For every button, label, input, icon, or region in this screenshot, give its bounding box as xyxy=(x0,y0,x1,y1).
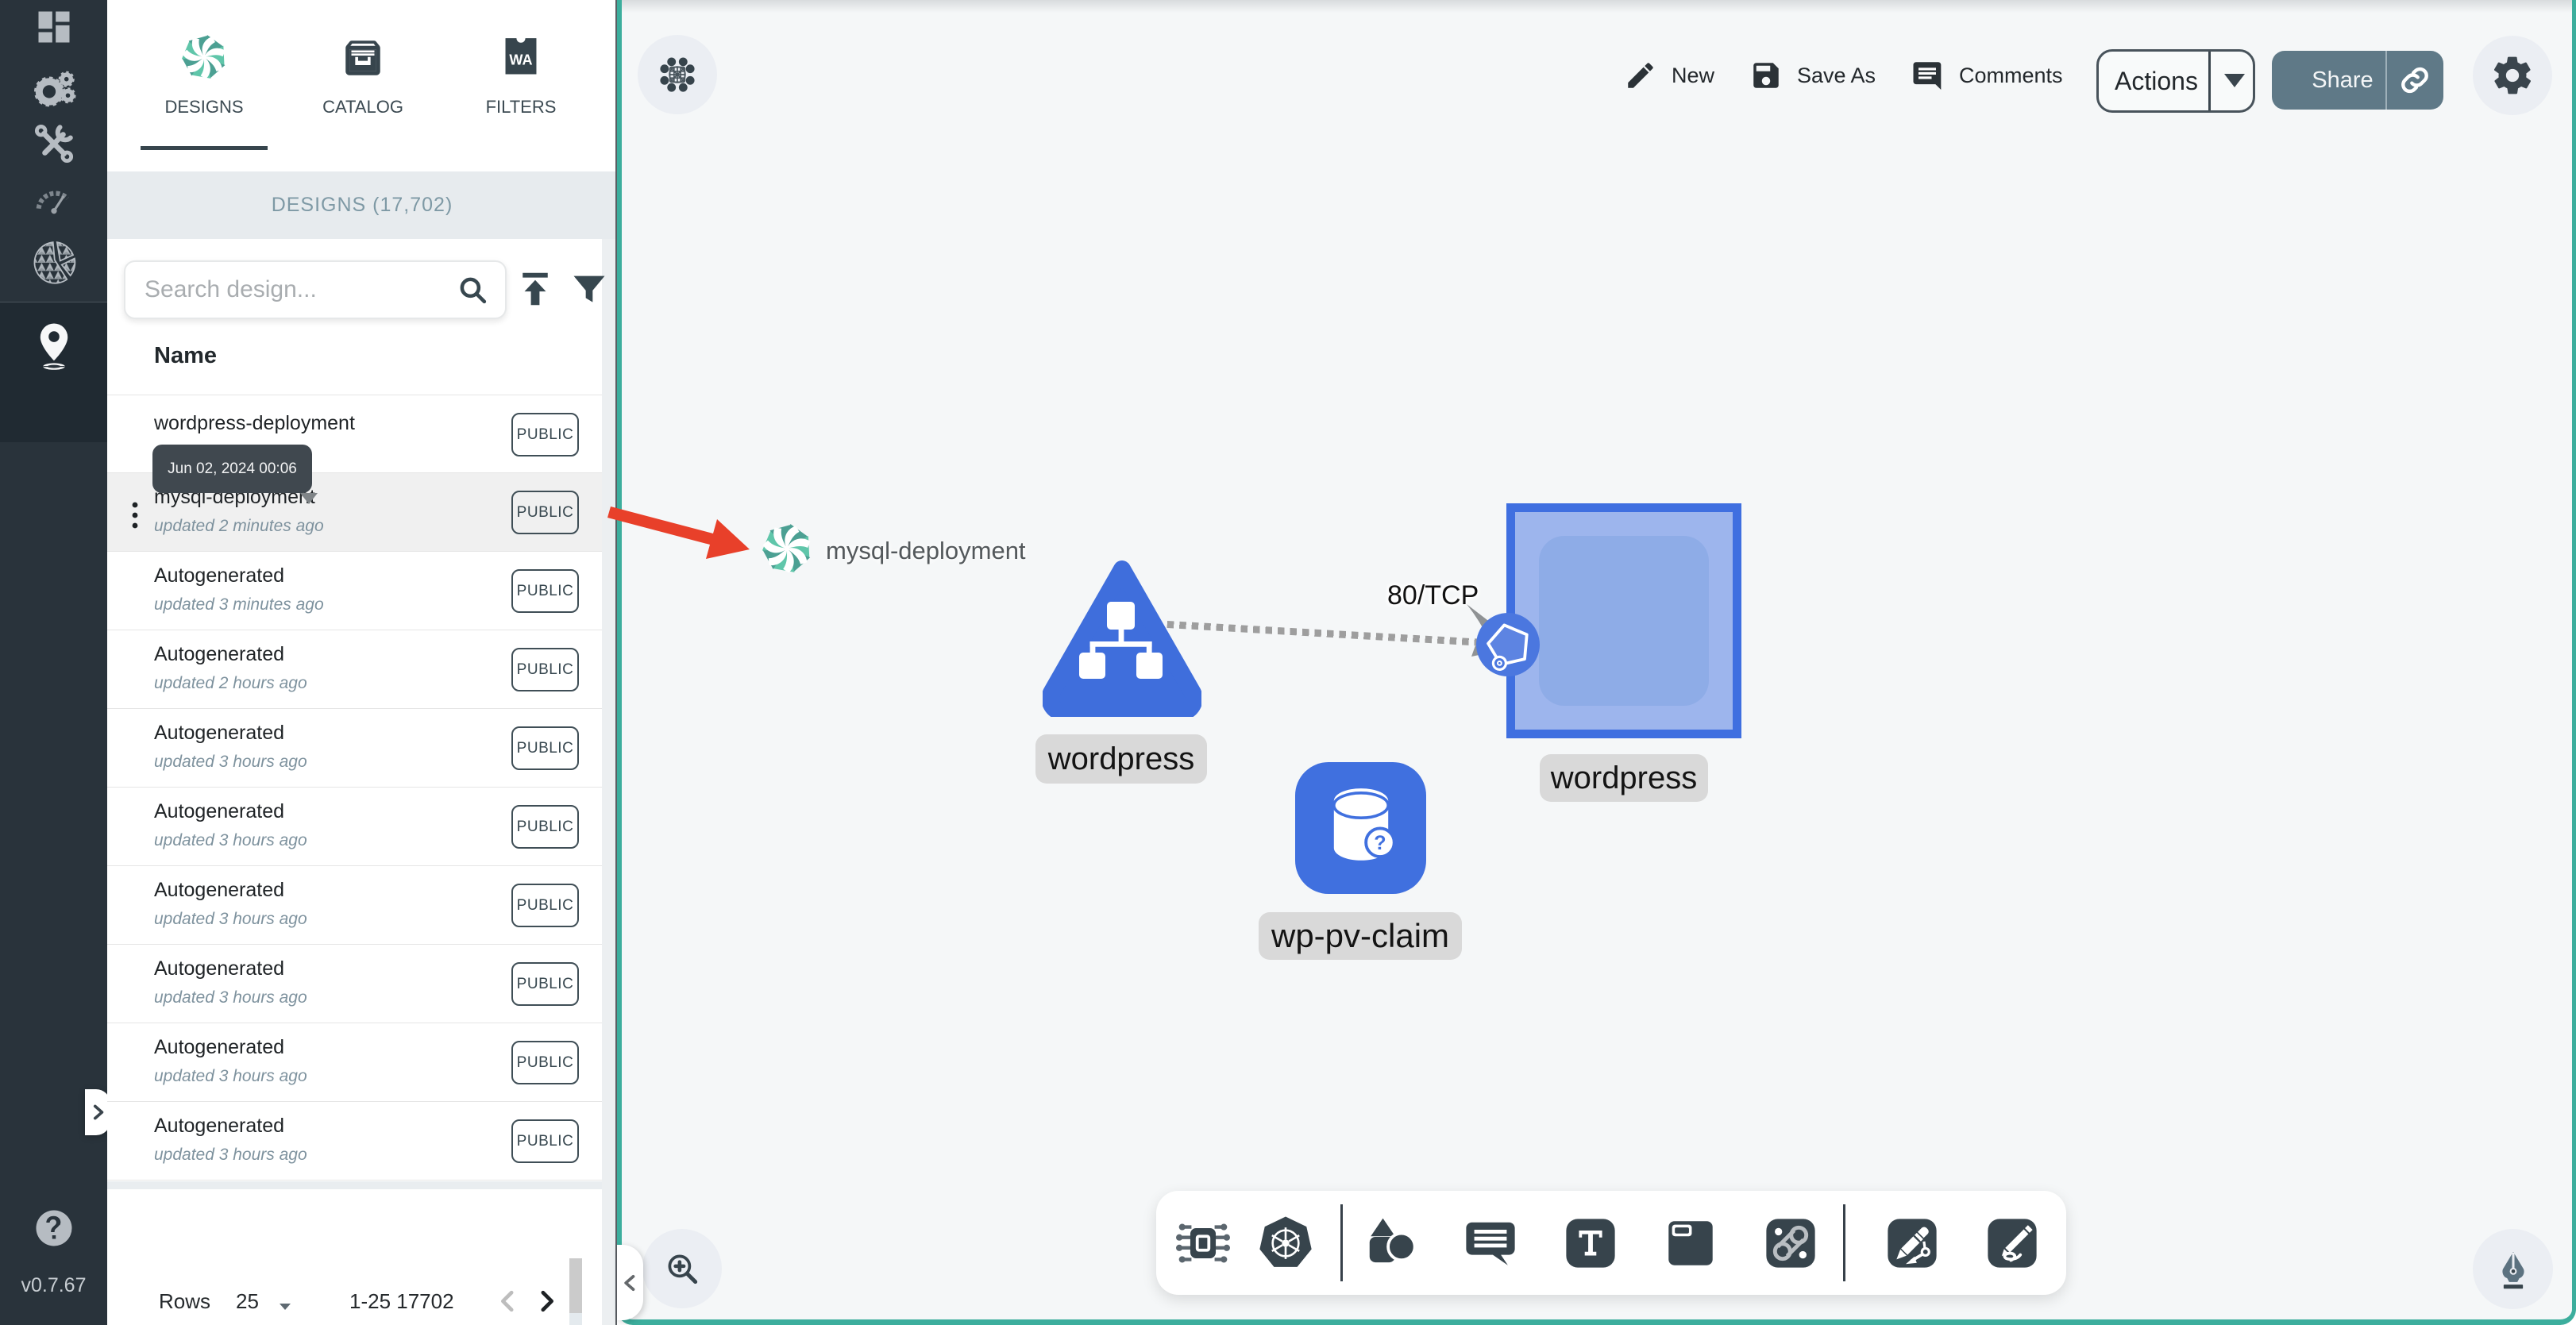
svg-text:?: ? xyxy=(1374,832,1386,854)
svg-text:WA: WA xyxy=(509,52,532,68)
